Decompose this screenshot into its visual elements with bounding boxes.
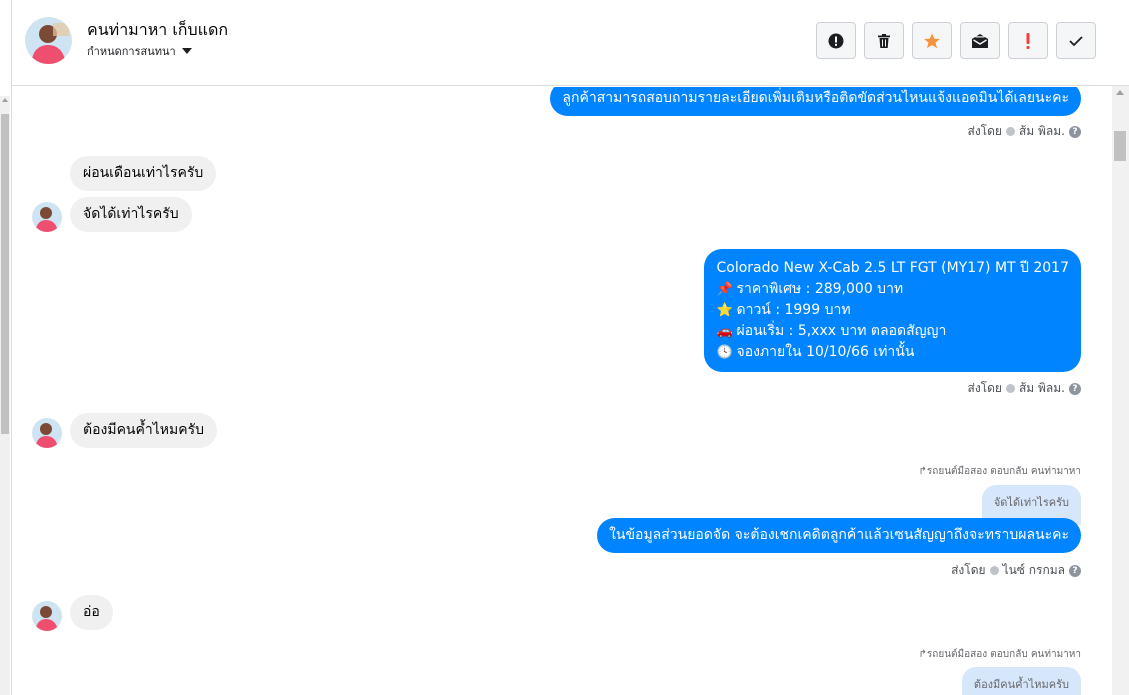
outgoing-promo-message[interactable]: Colorado New X-Cab 2.5 LT FGT (MY17) MT … — [704, 249, 1081, 372]
sent-check-icon — [1005, 384, 1015, 393]
help-question-icon[interactable]: ? — [1069, 382, 1081, 395]
alert-circle-icon — [828, 33, 844, 48]
mark-unread-button[interactable] — [960, 22, 1000, 59]
done-button[interactable] — [1056, 22, 1096, 59]
incoming-message[interactable]: จัดได้เท่าไรครับ — [70, 197, 192, 232]
sent-check-icon — [989, 566, 999, 575]
message-text: ผ่อนเดือนเท่าไรครับ — [83, 165, 204, 181]
message-thread: ลูกค้าสามารถสอบถามรายละเอียดเพิ่มเติมหรื… — [12, 87, 1112, 695]
help-question-icon[interactable]: ? — [1069, 564, 1081, 577]
mark-spam-button[interactable] — [816, 22, 856, 59]
pushpin-icon: 📌 — [716, 282, 733, 297]
sent-by-label: ส่งโดย — [967, 124, 1002, 138]
chat-scrollbar-thumb[interactable] — [1114, 131, 1126, 161]
help-question-icon[interactable]: ? — [1069, 125, 1081, 138]
reply-context-label: ↱รถยนต์มือสอง ตอบกลับ คนท่ามาหา — [919, 647, 1081, 662]
quoted-text: ต้องมีคนค้ำไหมครับ — [973, 678, 1069, 691]
sender-name[interactable]: ไนซ์ กรกมล — [1003, 561, 1065, 580]
reply-label-text: รถยนต์มือสอง ตอบกลับ คนท่ามาหา — [926, 649, 1081, 660]
checkmark-icon — [1069, 35, 1083, 46]
sent-by-label: ส่งโดย — [967, 381, 1002, 395]
incoming-message[interactable]: อ่อ — [70, 595, 113, 630]
sent-check-icon — [1005, 127, 1015, 136]
car-icon: 🚗 — [716, 324, 733, 339]
sender-name[interactable]: ส้ม พิลม. — [1019, 379, 1065, 398]
outgoing-message[interactable]: ลูกค้าสามารถสอบถามรายละเอียดเพิ่มเติมหรื… — [550, 87, 1081, 116]
promo-line-price: ราคาพิเศษ : 289,000 บาท — [736, 281, 904, 297]
contact-avatar[interactable] — [32, 202, 62, 232]
incoming-message[interactable]: ผ่อนเดือนเท่าไรครับ — [70, 156, 217, 191]
message-text: ในข้อมูลส่วนยอดจัด จะต้องเชกเคดิตลูกค้าแ… — [609, 527, 1069, 543]
sender-name[interactable]: ส้ม พิลม. — [1019, 122, 1065, 141]
promo-line-down: ดาวน์ : 1999 บาท — [736, 302, 851, 318]
conversation-actions — [816, 22, 1096, 59]
conversation-settings-label: กำหนดการสนทนา — [87, 45, 176, 58]
left-scrollbar-thumb[interactable] — [1, 114, 9, 434]
quoted-message[interactable]: ต้องมีคนค้ำไหมครับ — [961, 667, 1081, 695]
caret-down-icon — [181, 48, 192, 54]
scroll-up-arrow-icon[interactable] — [1116, 90, 1124, 95]
promo-line-installment: ผ่อนเริ่ม : 5,xxx บาท ตลอดสัญญา — [736, 323, 947, 339]
reply-label-text: รถยนต์มือสอง ตอบกลับ คนท่ามาหา — [926, 466, 1081, 477]
sent-by-label: ส่งโดย — [951, 563, 986, 577]
contact-avatar[interactable] — [32, 601, 62, 631]
message-text: อ่อ — [83, 604, 100, 620]
trash-icon — [878, 33, 890, 48]
exclamation-icon — [1026, 32, 1030, 49]
conversation-settings-dropdown[interactable]: กำหนดการสนทนา — [87, 42, 192, 60]
incoming-message[interactable]: ต้องมีคนค้ำไหมครับ — [70, 413, 217, 448]
reply-context-label: ↱รถยนต์มือสอง ตอบกลับ คนท่ามาหา — [919, 464, 1081, 479]
sent-by-info: ส่งโดย ส้ม พิลม. ? — [967, 122, 1081, 141]
reply-arrow-icon: ↱ — [918, 466, 927, 477]
left-scrollbar[interactable] — [0, 96, 10, 695]
message-text: จัดได้เท่าไรครับ — [83, 206, 179, 222]
conversation-header: คนท่ามาหา เก็บแดก กำหนดการสนทนา — [12, 0, 1129, 86]
contact-name[interactable]: คนท่ามาหา เก็บแดก — [87, 18, 228, 43]
chat-scrollbar[interactable] — [1112, 86, 1129, 695]
message-text: ลูกค้าสามารถสอบถามรายละเอียดเพิ่มเติมหรื… — [562, 90, 1069, 106]
left-scroll-up-arrow-icon[interactable] — [2, 98, 8, 102]
promo-line-title: Colorado New X-Cab 2.5 LT FGT (MY17) MT … — [716, 260, 1069, 276]
delete-button[interactable] — [864, 22, 904, 59]
outgoing-message[interactable]: ในข้อมูลส่วนยอดจัด จะต้องเชกเคดิตลูกค้าแ… — [597, 518, 1081, 553]
contact-avatar[interactable] — [32, 418, 62, 448]
follow-up-button[interactable] — [1008, 22, 1048, 59]
quoted-text: จัดได้เท่าไรครับ — [993, 496, 1069, 509]
promo-line-deadline: จองภายใน 10/10/66 เท่านั้น — [736, 344, 915, 360]
header-avatar[interactable] — [25, 17, 72, 64]
mark-unread-icon — [972, 33, 988, 48]
sent-by-info: ส่งโดย ไนซ์ กรกมล ? — [951, 561, 1081, 580]
star-icon — [924, 33, 940, 48]
message-text: ต้องมีคนค้ำไหมครับ — [83, 422, 204, 438]
star-button[interactable] — [912, 22, 952, 59]
sent-by-info: ส่งโดย ส้ม พิลม. ? — [967, 379, 1081, 398]
star-emoji-icon: ⭐ — [716, 303, 733, 318]
reply-arrow-icon: ↱ — [918, 649, 927, 660]
clock-icon: 🕓 — [716, 345, 733, 360]
